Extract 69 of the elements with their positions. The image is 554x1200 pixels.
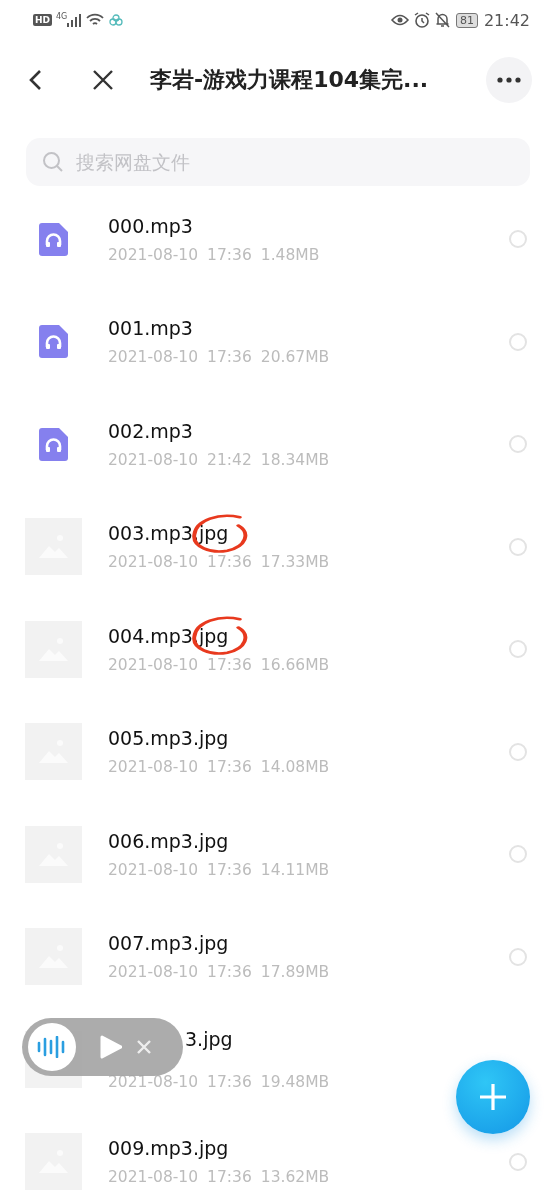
select-radio[interactable] <box>509 845 527 864</box>
clock-time: 21:42 <box>483 10 530 30</box>
select-radio[interactable] <box>509 640 527 659</box>
add-button[interactable] <box>456 1060 530 1134</box>
file-name[interactable]: 3.jpg <box>185 1027 233 1050</box>
file-date: 2021-08-10 <box>108 245 199 264</box>
file-size: 14.08MB <box>260 758 330 777</box>
file-name[interactable]: 000.mp3 <box>108 214 193 237</box>
file-size: 18.34MB <box>260 450 330 469</box>
play-button[interactable] <box>100 1035 122 1059</box>
close-button[interactable] <box>92 69 114 91</box>
file-time: 17:36 <box>207 348 252 367</box>
file-time: 17:36 <box>207 245 252 264</box>
file-time: 21:42 <box>207 450 252 469</box>
app-status-icon <box>109 14 124 26</box>
select-radio[interactable] <box>509 537 527 556</box>
audio-file-icon <box>39 427 68 461</box>
file-size: 19.48MB <box>260 1072 330 1091</box>
audio-file-icon <box>39 325 68 359</box>
battery-indicator: 81 <box>455 12 478 28</box>
file-name[interactable]: 001.mp3 <box>108 317 193 340</box>
select-radio[interactable] <box>509 332 527 351</box>
select-radio[interactable] <box>509 742 527 761</box>
file-name[interactable]: 006.mp3.jpg <box>108 829 229 852</box>
hd-indicator: HD <box>33 14 52 26</box>
file-time: 17:36 <box>207 1168 252 1187</box>
file-name[interactable]: 002.mp3 <box>108 419 193 442</box>
file-size: 16.66MB <box>260 655 330 674</box>
signal-icon <box>67 13 82 27</box>
file-size: 13.62MB <box>260 1168 330 1187</box>
mute-bell-icon <box>434 12 450 28</box>
file-size: 17.33MB <box>260 553 330 572</box>
file-time: 17:36 <box>207 963 252 982</box>
file-date: 2021-08-10 <box>108 1072 199 1091</box>
file-size: 17.89MB <box>260 963 330 982</box>
file-name[interactable]: 005.mp3.jpg <box>108 727 229 750</box>
file-time: 17:36 <box>207 860 252 879</box>
wifi-icon <box>86 13 105 27</box>
file-time: 17:36 <box>207 553 252 572</box>
file-date: 2021-08-10 <box>108 553 199 572</box>
more-icon <box>497 77 521 83</box>
alarm-icon <box>413 12 430 28</box>
file-name[interactable]: 007.mp3.jpg <box>108 932 229 955</box>
plus-icon <box>478 1082 508 1112</box>
file-date: 2021-08-10 <box>108 450 199 469</box>
select-radio[interactable] <box>509 435 527 454</box>
file-time: 17:36 <box>207 758 252 777</box>
select-radio[interactable] <box>509 947 527 966</box>
file-date: 2021-08-10 <box>108 758 199 777</box>
file-size: 14.11MB <box>260 860 330 879</box>
file-time: 17:36 <box>207 1072 252 1091</box>
file-time: 17:36 <box>207 655 252 674</box>
file-date: 2021-08-10 <box>108 963 199 982</box>
folder-title: 李岩-游戏力课程104集完... <box>150 66 430 94</box>
file-date: 2021-08-10 <box>108 348 199 367</box>
file-size: 20.67MB <box>260 348 330 367</box>
file-size: 1.48MB <box>260 245 320 264</box>
select-radio[interactable] <box>509 1152 527 1171</box>
file-date: 2021-08-10 <box>108 655 199 674</box>
file-date: 2021-08-10 <box>108 860 199 879</box>
network-type: 4G <box>56 12 68 21</box>
sound-wave-icon <box>28 1023 76 1071</box>
select-radio[interactable] <box>509 230 527 249</box>
search-icon <box>42 151 64 173</box>
eye-icon <box>390 14 409 26</box>
audio-file-icon <box>39 222 68 256</box>
file-name[interactable]: 009.mp3.jpg <box>108 1137 229 1160</box>
more-button[interactable] <box>486 57 532 103</box>
file-date: 2021-08-10 <box>108 1168 199 1187</box>
